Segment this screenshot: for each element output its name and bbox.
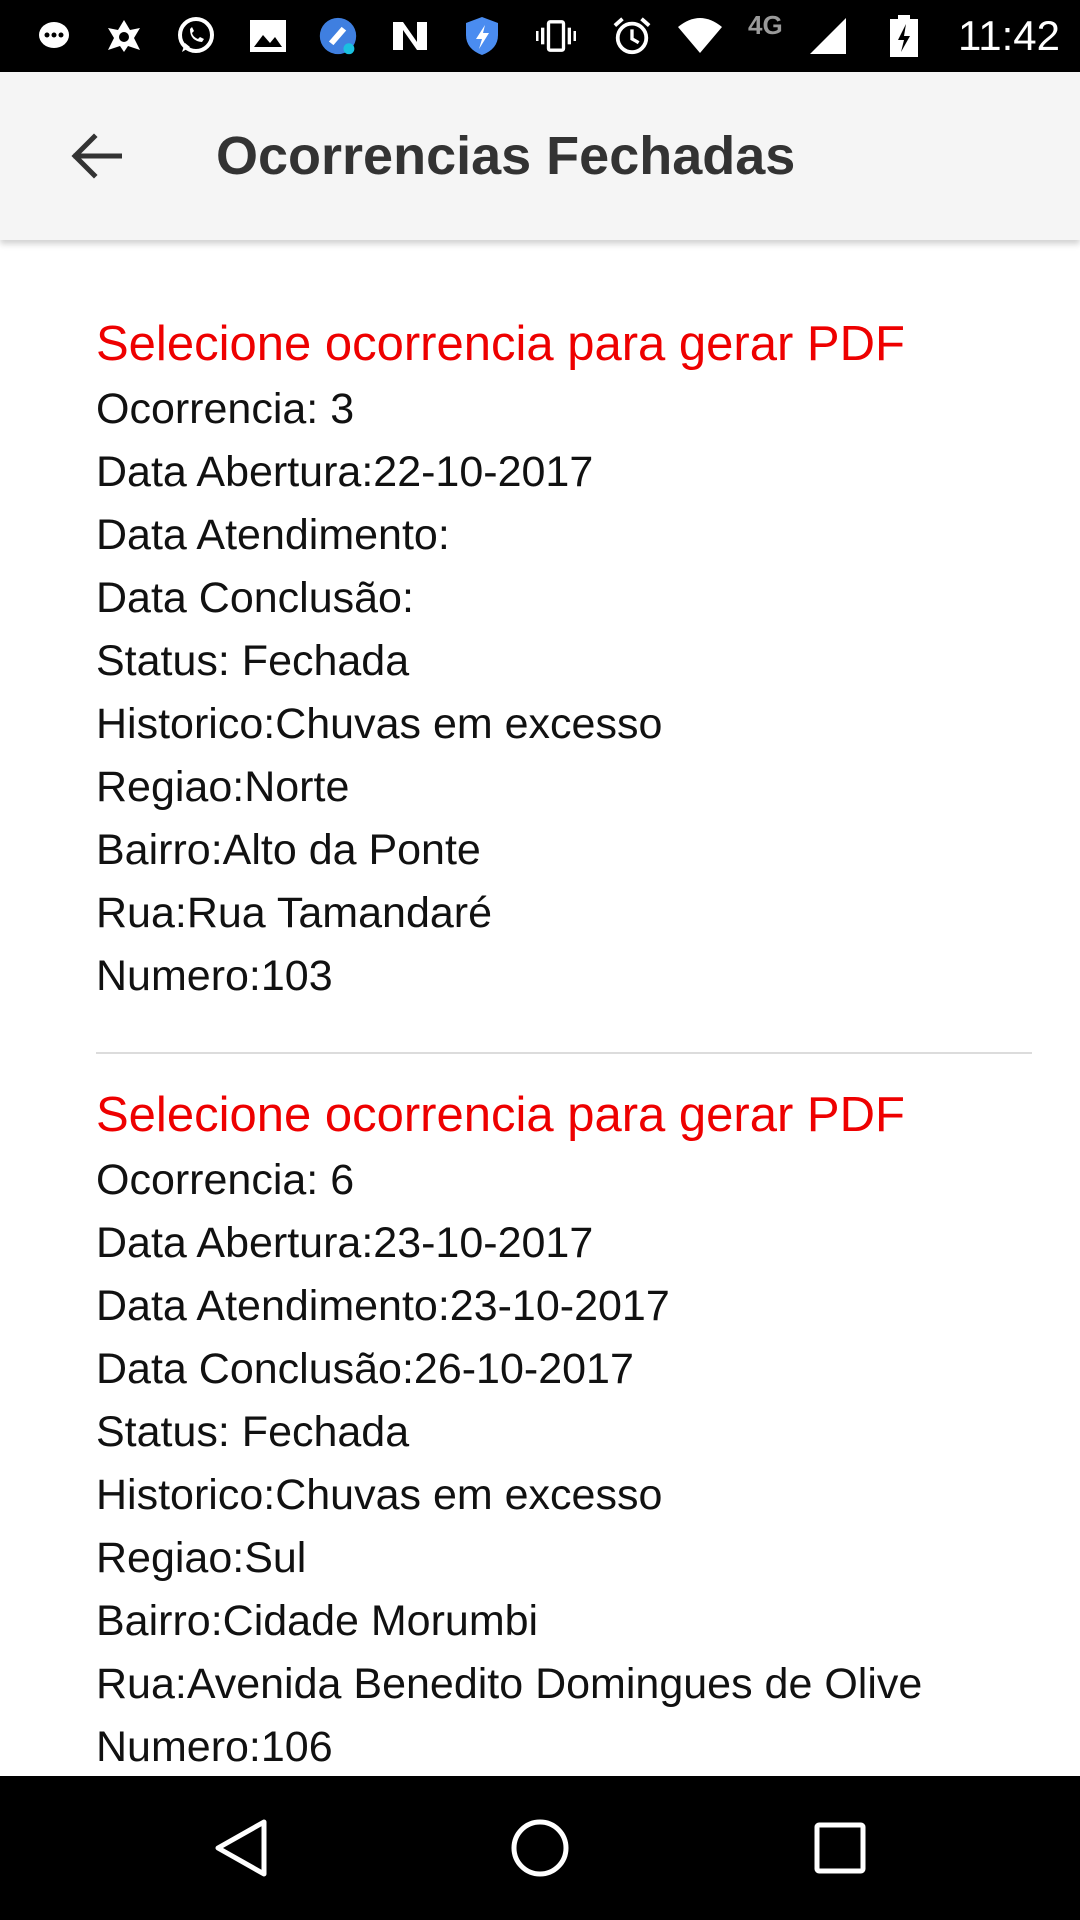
service-date: Data Atendimento: [96,511,450,559]
shield-icon [462,16,502,56]
status-text: Status: Fechada [96,637,410,685]
home-circle-icon [511,1819,569,1877]
history-text: Historico:Chuvas em excesso [96,1471,663,1519]
n-app-icon [390,16,430,56]
service-date: Data Atendimento:23-10-2017 [96,1282,670,1330]
list-item[interactable]: Selecione ocorrencia para gerar PDF Ocor… [96,1081,1036,1776]
select-pdf-heading: Selecione ocorrencia para gerar PDF [96,1088,905,1142]
list-item[interactable]: Selecione ocorrencia para gerar PDF Ocor… [96,310,1036,1008]
back-button[interactable] [56,120,136,192]
nav-back-button[interactable] [200,1808,280,1888]
arrow-back-icon [71,133,122,179]
messaging-icon [34,16,74,56]
occurrence-list[interactable]: Selecione ocorrencia para gerar PDF Ocor… [0,240,1080,1776]
app-bar: Ocorrencias Fechadas [0,72,1080,240]
street-text: Rua:Rua Tamandaré [96,889,493,937]
opening-date: Data Abertura:23-10-2017 [96,1219,594,1267]
alarm-icon [612,16,652,56]
opening-date: Data Abertura:22-10-2017 [96,448,594,496]
conclusion-date: Data Conclusão: [96,574,414,622]
house-number-text: Numero:103 [96,952,333,1000]
nav-home-button[interactable] [500,1808,580,1888]
vibrate-icon [536,16,576,56]
signal-icon [808,16,848,56]
occurrence-number: Ocorrencia: 6 [96,1156,355,1204]
recents-square-icon [814,1822,866,1874]
wifi-icon [676,16,724,56]
status-text: Status: Fechada [96,1408,410,1456]
history-text: Historico:Chuvas em excesso [96,700,663,748]
app-icon [104,16,144,56]
whatsapp-icon [176,16,216,56]
region-text: Regiao:Norte [96,763,350,811]
battery-charging-icon [884,15,924,57]
neighborhood-text: Bairro:Cidade Morumbi [96,1597,539,1645]
select-pdf-heading: Selecione ocorrencia para gerar PDF [96,317,905,371]
navigation-bar [0,1776,1080,1920]
network-type-label: 4G [748,10,783,40]
occurrence-number: Ocorrencia: 3 [96,385,355,433]
list-divider [96,1052,1032,1054]
back-triangle-icon [215,1819,267,1877]
street-text: Rua:Avenida Benedito Domingues de Olive [96,1660,923,1708]
cleaner-icon [318,16,358,56]
house-number-text: Numero:106 [96,1723,333,1771]
conclusion-date: Data Conclusão:26-10-2017 [96,1345,634,1393]
status-bar: 4G 11:42 [0,0,1080,72]
nav-recents-button[interactable] [800,1808,880,1888]
page-title: Ocorrencias Fechadas [216,126,796,186]
clock: 11:42 [958,12,1060,59]
region-text: Regiao:Sul [96,1534,307,1582]
image-icon [248,16,288,56]
neighborhood-text: Bairro:Alto da Ponte [96,826,481,874]
